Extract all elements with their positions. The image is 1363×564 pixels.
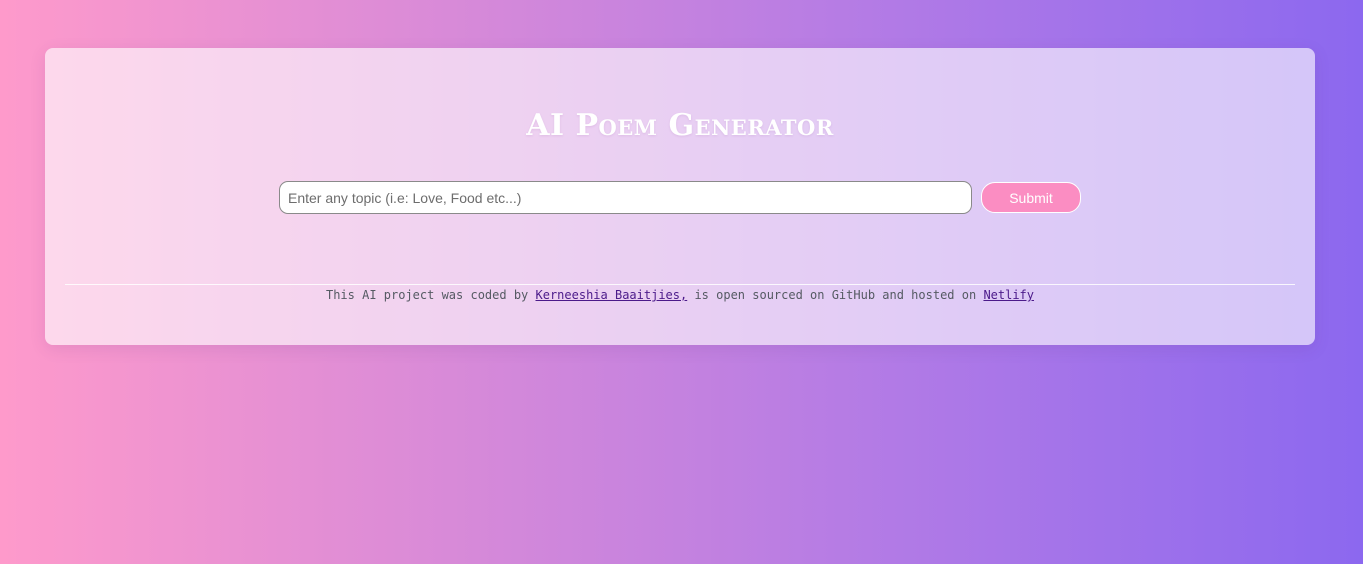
page-title: AI Poem Generator xyxy=(526,108,834,143)
topic-input[interactable] xyxy=(279,181,972,214)
footer-divider xyxy=(65,284,1295,285)
footer-text-intro: This AI project was coded by xyxy=(325,288,536,302)
netlify-link[interactable]: Netlify xyxy=(983,288,1034,302)
poem-generator-card: AI Poem Generator Submit This AI project… xyxy=(45,48,1315,345)
topic-form: Submit xyxy=(279,181,1081,214)
submit-button[interactable]: Submit xyxy=(981,182,1081,213)
footer: This AI project was coded by Kerneeshia … xyxy=(45,288,1315,302)
author-link[interactable]: Kerneeshia Baaitjies, xyxy=(536,288,688,302)
footer-text-middle: is open sourced on GitHub and hosted on xyxy=(687,288,984,302)
